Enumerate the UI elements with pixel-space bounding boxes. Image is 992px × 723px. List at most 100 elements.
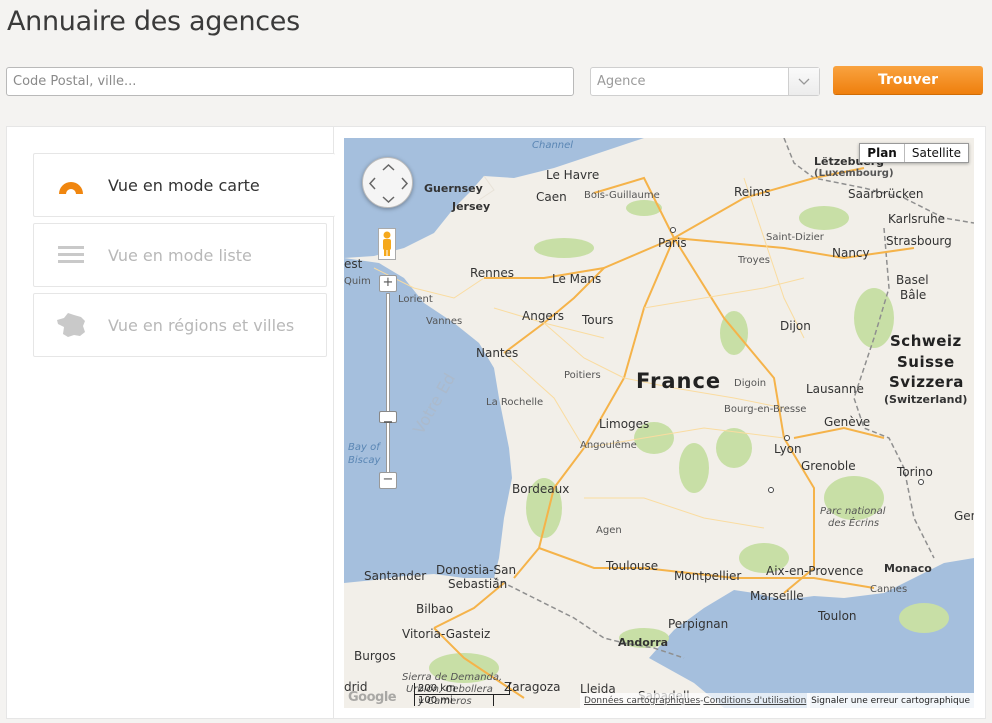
label-bois-guillaume: Bois-Guillaume <box>584 190 660 201</box>
label-montpellier: Montpellier <box>674 569 742 583</box>
label-cannes: Cannes <box>870 584 908 595</box>
agence-select-value: Agence <box>597 74 646 89</box>
agency-map[interactable]: Votre Ed Channel Bay of Biscay France Sc… <box>344 138 974 708</box>
map-base <box>344 138 974 708</box>
label-torino: Torino <box>897 465 933 479</box>
label-geneve: Genève <box>824 415 871 429</box>
city-dot-lyon <box>784 435 790 441</box>
tab-regions-view[interactable]: Vue en régions et villes <box>33 293 327 357</box>
label-bay: Bay of <box>348 442 380 453</box>
label-schweiz: Schweiz <box>890 332 962 350</box>
list-icon <box>34 224 108 286</box>
label-burgos: Burgos <box>354 649 396 663</box>
label-lyon: Lyon <box>774 442 802 456</box>
label-paris: Paris <box>658 236 687 250</box>
label-aix: Aix-en-Provence <box>766 564 864 578</box>
label-le-mans: Le Mans <box>552 272 602 286</box>
label-jersey: Jersey <box>452 200 491 213</box>
label-perpignan: Perpignan <box>668 617 729 631</box>
label-vitoria: Vitoria-Gasteiz <box>402 627 491 641</box>
label-luxembourg: (Luxembourg) <box>814 168 894 179</box>
tab-list-view[interactable]: Vue en mode liste <box>33 223 327 287</box>
page: Annuaire des agences Agence Trouver Vue … <box>0 0 992 723</box>
street-view-pegman-icon[interactable] <box>378 228 396 260</box>
find-button[interactable]: Trouver <box>833 66 983 94</box>
label-digoin: Digoin <box>734 378 767 389</box>
label-strasbourg: Strasbourg <box>886 234 952 248</box>
page-title: Annuaire des agences <box>7 6 300 37</box>
label-saint-dizier: Saint-Dizier <box>766 232 824 243</box>
scale-mi: 100 mi <box>414 695 494 706</box>
label-toulon: Toulon <box>818 609 857 623</box>
label-svizzera: Svizzera <box>889 373 964 391</box>
agency-panel: Vue en mode carte Vue en mode liste Vue … <box>6 126 986 719</box>
label-limoges: Limoges <box>599 417 650 431</box>
label-quimper: Quim <box>344 276 371 287</box>
city-dot-torino <box>918 479 924 485</box>
label-la-rochelle: La Rochelle <box>486 397 544 408</box>
label-basel: Basel <box>896 273 929 287</box>
label-agen: Agen <box>596 525 622 536</box>
map-pan-control[interactable] <box>362 157 413 208</box>
label-monaco: Monaco <box>884 562 932 575</box>
label-troyes: Troyes <box>738 255 770 266</box>
label-bourg: Bourg-en-Bresse <box>724 404 807 415</box>
label-bale: Bâle <box>900 288 927 302</box>
tab-list-view-label: Vue en mode liste <box>108 245 252 265</box>
label-santander: Santander <box>364 569 427 583</box>
map-scale: 200 km 100 mi <box>414 683 510 706</box>
tab-regions-view-label: Vue en régions et villes <box>108 315 295 335</box>
label-dijon: Dijon <box>780 319 811 333</box>
label-ecrins-1: Parc national <box>820 506 886 517</box>
label-nancy: Nancy <box>832 246 870 260</box>
label-rennes: Rennes <box>470 266 515 280</box>
map-type-plan-button[interactable]: Plan <box>860 144 905 162</box>
google-logo: Google <box>348 690 397 705</box>
label-bilbao: Bilbao <box>416 602 454 616</box>
zoom-in-button[interactable]: + <box>379 275 397 292</box>
label-poitiers: Poitiers <box>564 370 601 381</box>
label-zaragoza: Zaragoza <box>504 680 561 694</box>
label-tours: Tours <box>582 313 614 327</box>
zoom-out-button[interactable]: − <box>379 472 397 489</box>
label-gen: Gen <box>954 509 974 523</box>
label-vannes: Vannes <box>426 316 463 327</box>
tab-map-view[interactable]: Vue en mode carte <box>33 153 335 217</box>
map-type-control: Plan Satellite <box>859 143 969 163</box>
label-channel: Channel <box>532 140 574 151</box>
label-angers: Angers <box>522 309 564 323</box>
label-sierra-1: Sierra de Demanda, <box>402 672 503 683</box>
zoom-slider-track[interactable] <box>386 293 390 481</box>
label-le-havre: Le Havre <box>546 168 600 182</box>
label-lorient: Lorient <box>398 294 433 305</box>
label-france: France <box>636 369 722 393</box>
agence-select[interactable]: Agence <box>590 67 820 96</box>
label-suisse: Suisse <box>897 353 955 371</box>
zoom-slider-handle[interactable] <box>379 411 397 423</box>
city-dot-marseille <box>768 487 774 493</box>
map-footer: Données cartographiques - Conditions d'u… <box>580 693 811 708</box>
report-map-error-link[interactable]: Signaler une erreur cartographique <box>807 693 974 708</box>
label-angouleme: Angoulême <box>580 440 637 451</box>
map-data-link[interactable]: Données cartographiques <box>584 696 700 706</box>
label-grenoble: Grenoble <box>801 459 856 473</box>
map-type-satellite-button[interactable]: Satellite <box>905 144 968 162</box>
label-donostia: Donostia-San <box>436 563 517 577</box>
label-ecrins-2: des Écrins <box>828 518 880 529</box>
label-reims: Reims <box>734 185 771 199</box>
label-marseille: Marseille <box>750 589 804 603</box>
label-bordeaux: Bordeaux <box>512 482 570 496</box>
label-andorra: Andorra <box>618 636 669 649</box>
chevron-down-icon[interactable] <box>788 68 819 95</box>
label-sebastian: Sebastián <box>448 577 508 591</box>
terms-link[interactable]: Conditions d'utilisation <box>703 696 806 706</box>
search-input[interactable] <box>6 67 574 96</box>
label-biscay: Biscay <box>348 455 381 466</box>
city-dot-paris <box>670 227 676 233</box>
scale-km: 200 km <box>414 683 510 695</box>
label-switzerland: (Switzerland) <box>884 393 968 406</box>
pan-arrows-icon <box>368 163 409 204</box>
france-shape-icon <box>34 294 108 356</box>
label-toulouse: Toulouse <box>606 559 659 573</box>
label-brest: est <box>344 257 363 271</box>
